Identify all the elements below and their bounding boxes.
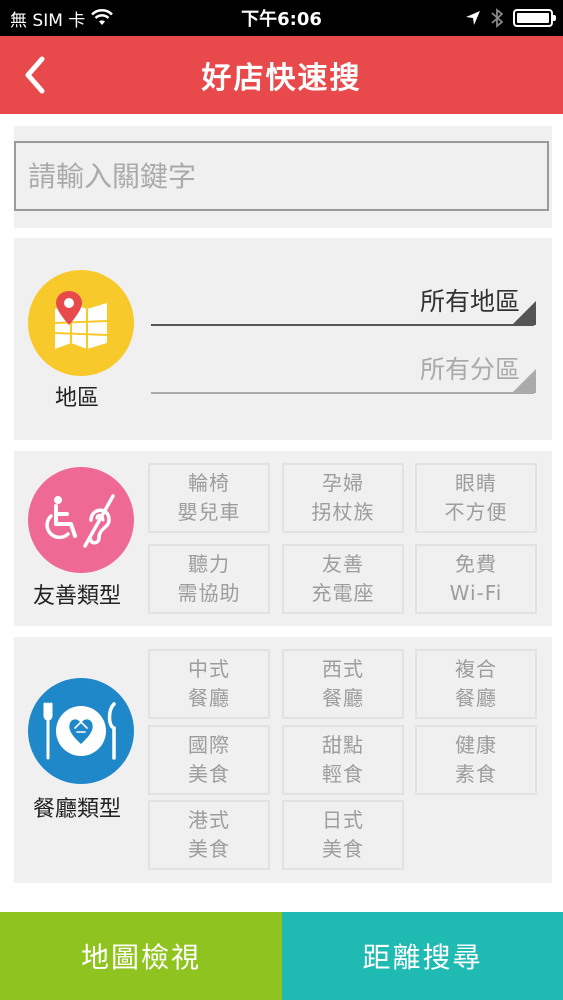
restaurant-type-panel: 餐廳類型 中式 餐廳 西式 餐廳 複合 餐廳 國際 美食 甜點 輕食 健康 素食… [14,637,552,883]
restaurant-type-option[interactable]: 甜點 輕食 [282,725,404,795]
carrier-label: 無 SIM 卡 [10,10,86,31]
bluetooth-icon [491,8,503,28]
accessibility-icon [45,494,115,548]
plate-cutlery-icon [43,702,116,760]
wifi-icon [91,9,114,25]
friendly-type-option[interactable]: 聽力 需協助 [148,544,270,614]
district-select-value: 所有分區 [419,355,520,384]
city-select[interactable]: 所有地區 [151,280,536,326]
region-panel: 地區 所有地區 所有分區 [14,238,552,440]
dropdown-arrow-icon [512,301,536,325]
region-icon-badge [28,270,134,376]
friendly-type-icon-badge [28,467,134,573]
friendly-type-option[interactable]: 免費 Wi-Fi [415,544,537,614]
restaurant-type-option[interactable]: 複合 餐廳 [415,649,537,719]
region-label: 地區 [54,386,99,411]
restaurant-type-option[interactable]: 健康 素食 [415,725,537,795]
status-bar: 無 SIM 卡 下午6:06 [0,0,563,36]
city-select-value: 所有地區 [419,287,520,316]
location-arrow-icon [466,11,480,25]
search-input[interactable] [14,141,549,211]
nav-bar: 好店快速搜 [0,36,563,114]
friendly-type-option[interactable]: 友善 充電座 [282,544,404,614]
dropdown-arrow-icon [512,369,536,393]
friendly-type-label: 友善類型 [32,584,121,609]
restaurant-type-option[interactable]: 港式 美食 [148,800,270,870]
back-button[interactable] [10,50,60,100]
restaurant-type-option[interactable]: 日式 美食 [282,800,404,870]
map-view-button[interactable]: 地圖檢視 [0,912,282,1000]
status-left: 無 SIM 卡 [10,6,114,31]
friendly-type-option[interactable]: 孕婦 拐杖族 [282,463,404,533]
restaurant-type-option[interactable]: 國際 美食 [148,725,270,795]
district-select[interactable]: 所有分區 [151,348,536,394]
restaurant-type-label: 餐廳類型 [32,797,121,822]
restaurant-type-option[interactable]: 西式 餐廳 [282,649,404,719]
status-right [465,8,556,28]
battery-icon [513,9,556,27]
distance-search-button[interactable]: 距離搜尋 [282,912,563,1000]
page-title: 好店快速搜 [201,61,362,96]
map-pin-icon [54,291,108,349]
chevron-left-icon [25,56,45,94]
search-panel [14,126,552,228]
friendly-type-panel: 友善類型 輪椅 嬰兒車 孕婦 拐杖族 眼睛 不方便 聽力 需協助 友善 充電座 … [14,451,552,626]
friendly-type-option[interactable]: 眼睛 不方便 [415,463,537,533]
battery-level [517,13,549,23]
restaurant-type-icon-badge [28,678,134,784]
friendly-type-option[interactable]: 輪椅 嬰兒車 [148,463,270,533]
restaurant-type-option[interactable]: 中式 餐廳 [148,649,270,719]
